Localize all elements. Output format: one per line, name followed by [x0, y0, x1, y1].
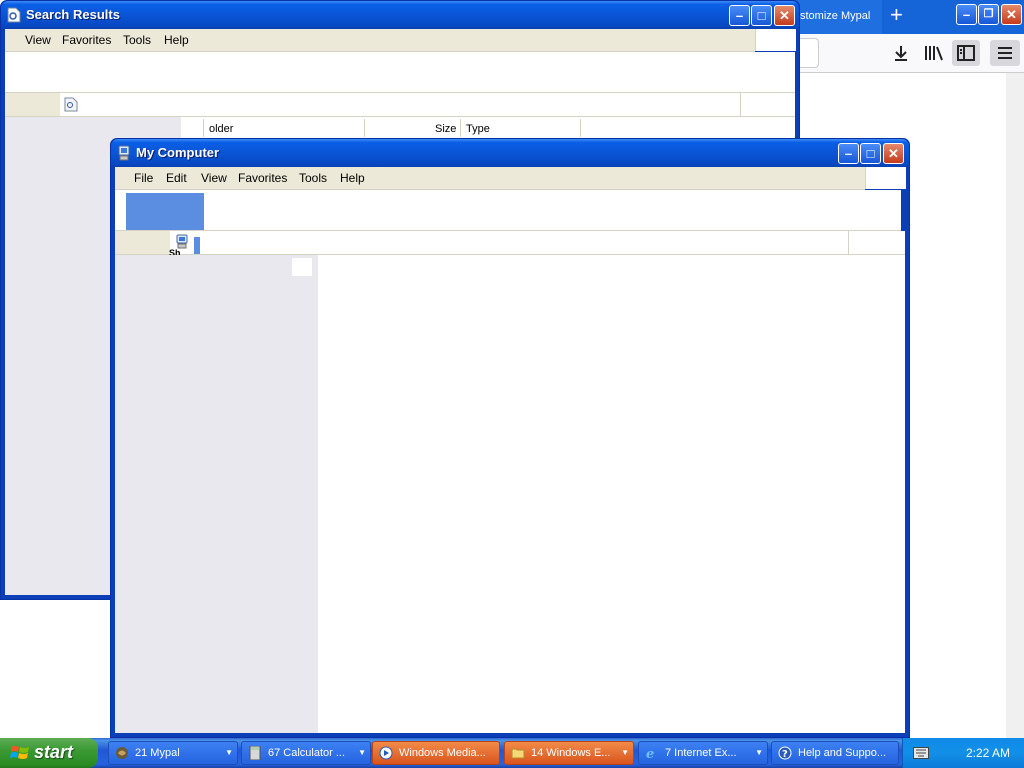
menu-button[interactable]: [990, 40, 1020, 66]
search-menu-tools[interactable]: Tools: [123, 33, 151, 47]
new-tab-button[interactable]: +: [890, 2, 903, 28]
search-window-icon: [7, 7, 21, 23]
search-address-label-area: [5, 93, 60, 116]
search-window-title: Search Results: [26, 7, 120, 22]
mycomputer-close-button[interactable]: ✕: [883, 143, 904, 164]
mycomputer-window-title: My Computer: [136, 145, 220, 160]
mycomputer-menu-file[interactable]: File: [134, 171, 153, 185]
task-calculator-label: 67 Calculator ...: [268, 747, 346, 759]
taskbar: start 21 Mypal ▼ 67 Calculator ... ▼ Win…: [0, 738, 1024, 768]
mycomputer-menu-tools[interactable]: Tools: [299, 171, 327, 185]
back-button-highlight[interactable]: [126, 193, 204, 230]
search-menu-favorites[interactable]: Favorites: [62, 33, 111, 47]
address-caret-highlight: [194, 237, 200, 254]
mypal-icon: [116, 747, 128, 759]
clock[interactable]: 2:22 AM: [966, 746, 1010, 760]
left-pane-scroll-box[interactable]: [292, 258, 312, 276]
task-media-player[interactable]: Windows Media...: [372, 741, 500, 765]
search-col-size[interactable]: Size: [435, 123, 456, 135]
media-player-icon: [379, 746, 393, 760]
task-mypal-label: 21 Mypal: [135, 747, 180, 759]
task-ie-arrow-icon: ▼: [755, 748, 763, 757]
search-column-header: older Size Type: [181, 117, 795, 139]
folder-icon: [511, 748, 525, 759]
task-windows-explorer-label: 14 Windows E...: [531, 747, 611, 759]
search-col-folder[interactable]: older: [209, 123, 233, 135]
internet-explorer-icon: e: [646, 747, 654, 760]
mycomputer-address-bar: [115, 231, 905, 255]
search-col-blank: [181, 119, 204, 137]
search-address-icon: [64, 97, 78, 112]
mycomputer-address-field[interactable]: [170, 231, 848, 254]
mycomputer-go-area[interactable]: [848, 231, 906, 254]
search-menubar: View Favorites Tools Help: [5, 29, 755, 52]
start-button[interactable]: start: [0, 738, 98, 768]
task-calculator[interactable]: 67 Calculator ... ▼: [241, 741, 371, 765]
search-maximize-button[interactable]: □: [751, 5, 772, 26]
search-col-divider-2: [460, 119, 461, 137]
start-label: start: [34, 742, 74, 762]
search-minimize-button[interactable]: –: [729, 5, 750, 26]
task-help-support[interactable]: ? Help and Suppo...: [771, 741, 899, 765]
windows-logo-icon: [10, 746, 29, 759]
left-pane-caption: Sh: [169, 249, 181, 255]
mypal-scrollbar[interactable]: [1006, 73, 1024, 738]
task-internet-explorer[interactable]: e 7 Internet Ex... ▼: [638, 741, 768, 765]
mycomputer-menu-help[interactable]: Help: [340, 171, 365, 185]
sidebar-icon: [957, 45, 975, 61]
search-col-divider-1: [364, 119, 365, 137]
mycomputer-minimize-button[interactable]: –: [838, 143, 859, 164]
svg-text:e: e: [646, 747, 654, 760]
hamburger-icon: [998, 47, 1012, 59]
task-mypal-arrow-icon: ▼: [225, 748, 233, 757]
help-icon: ?: [778, 746, 792, 760]
my-computer-window: My Computer – □ ✕ File Edit View Favorit…: [110, 138, 910, 738]
address-computer-icon: [176, 234, 188, 249]
mycomputer-titlebar[interactable]: My Computer – □ ✕: [111, 139, 909, 167]
download-icon[interactable]: [892, 44, 910, 62]
search-close-button[interactable]: ✕: [774, 5, 795, 26]
task-help-support-label: Help and Suppo...: [798, 747, 887, 759]
mycomputer-maximize-button[interactable]: □: [860, 143, 881, 164]
mypal-tab-title: stomize Mypal: [800, 10, 871, 22]
task-explorer-arrow-icon: ▼: [621, 748, 629, 757]
search-menu-view[interactable]: View: [25, 33, 51, 47]
library-icon[interactable]: [924, 44, 944, 62]
search-col-type[interactable]: Type: [466, 123, 490, 135]
mypal-minimize-button[interactable]: –: [956, 4, 977, 25]
sidebar-toggle-button[interactable]: [952, 40, 980, 66]
mypal-restore-button[interactable]: ❐: [978, 4, 999, 25]
mycomputer-toolbar: [115, 190, 901, 231]
mycomputer-address-label-area: [115, 231, 170, 254]
mycomputer-menu-favorites[interactable]: Favorites: [238, 171, 287, 185]
task-internet-explorer-label: 7 Internet Ex...: [665, 747, 737, 759]
mycomputer-left-pane: Sh: [115, 249, 318, 733]
search-menubar-corner: [755, 29, 796, 51]
mypal-close-button[interactable]: ✕: [1001, 4, 1022, 25]
keyboard-icon[interactable]: [913, 747, 929, 759]
search-address-field[interactable]: [60, 93, 740, 116]
task-mypal[interactable]: 21 Mypal ▼: [108, 741, 238, 765]
mycomputer-menu-edit[interactable]: Edit: [166, 171, 187, 185]
search-menu-help[interactable]: Help: [164, 33, 189, 47]
calculator-icon: [249, 746, 261, 760]
mycomputer-menubar-corner: [865, 167, 906, 189]
svg-text:?: ?: [782, 749, 788, 760]
search-titlebar[interactable]: Search Results – □ ✕: [1, 1, 799, 29]
task-windows-explorer[interactable]: 14 Windows E... ▼: [504, 741, 634, 765]
mycomputer-menu-view[interactable]: View: [201, 171, 227, 185]
my-computer-icon: [118, 145, 130, 161]
mycomputer-menubar: File Edit View Favorites Tools Help: [115, 167, 865, 190]
search-toolbar: [5, 52, 795, 93]
search-go-area[interactable]: [740, 93, 796, 116]
mycomputer-content-pane: [318, 255, 905, 733]
task-calculator-arrow-icon: ▼: [358, 748, 366, 757]
search-col-divider-3: [580, 119, 581, 137]
task-media-player-label: Windows Media...: [399, 747, 486, 759]
search-address-bar: [5, 93, 795, 117]
